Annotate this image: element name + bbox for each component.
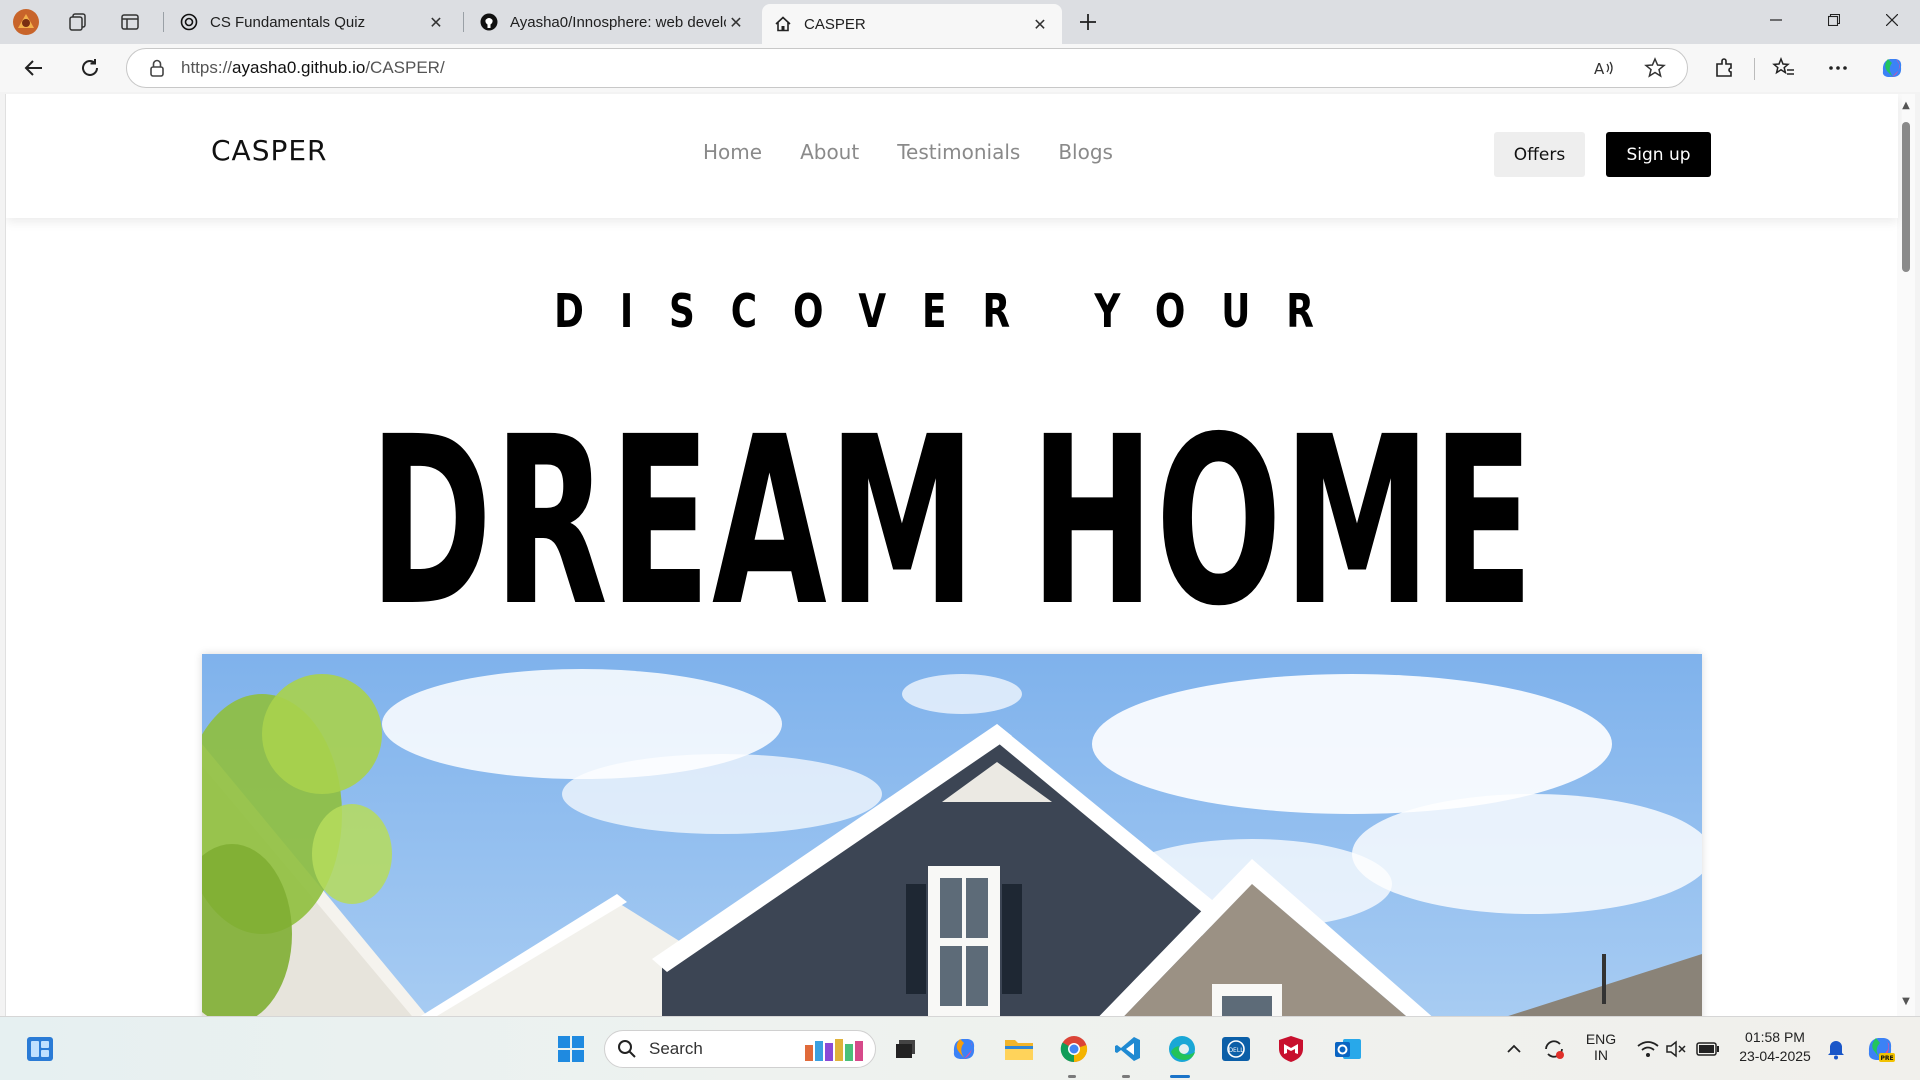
- svg-text:DELL: DELL: [1228, 1047, 1244, 1054]
- favorites-icon[interactable]: [1766, 52, 1802, 84]
- search-label: Search: [649, 1039, 703, 1058]
- page-scrollbar[interactable]: ▲ ▼: [1897, 94, 1915, 1016]
- site-logo[interactable]: CASPER: [211, 134, 328, 167]
- clock-time: 01:58 PM: [1745, 1029, 1805, 1045]
- language-indicator[interactable]: ENG IN: [1582, 1031, 1620, 1063]
- nav-link-blogs[interactable]: Blogs: [1058, 140, 1113, 164]
- start-icon[interactable]: [553, 1031, 589, 1067]
- taskbar-search-box[interactable]: Search: [604, 1030, 876, 1068]
- region-code: IN: [1594, 1047, 1608, 1063]
- file-explorer-icon[interactable]: [1001, 1031, 1037, 1067]
- svg-text:A: A: [1594, 60, 1605, 78]
- tab-title: CS Fundamentals Quiz: [210, 13, 366, 31]
- notifications-bell-icon[interactable]: [1818, 1031, 1854, 1067]
- windows-taskbar: Search DELL ENG IN 01:58 PM 23-04-2025 P…: [0, 1016, 1920, 1080]
- sign-up-button[interactable]: Sign up: [1606, 132, 1711, 177]
- tab-strip: CS Fundamentals Quiz ✕ Ayasha0/Innospher…: [0, 0, 1920, 44]
- close-tab-icon[interactable]: ✕: [1030, 14, 1050, 34]
- openai-icon: [180, 13, 198, 31]
- copilot-app-icon[interactable]: [946, 1031, 982, 1067]
- widgets-icon[interactable]: [22, 1031, 58, 1067]
- tab-title: CASPER: [804, 15, 866, 33]
- volume-muted-icon[interactable]: [1658, 1031, 1694, 1067]
- browser-toolbar: https://ayasha0.github.io/CASPER/ A: [0, 44, 1920, 92]
- favorite-star-icon[interactable]: [1637, 52, 1673, 84]
- home-icon: [774, 15, 792, 33]
- outlook-icon[interactable]: [1330, 1031, 1366, 1067]
- clock[interactable]: 01:58 PM 23-04-2025: [1730, 1029, 1820, 1064]
- scroll-down-icon[interactable]: ▼: [1900, 996, 1912, 1008]
- refresh-button[interactable]: [72, 52, 108, 84]
- hero-house-image: [202, 654, 1702, 1016]
- nav-link-about[interactable]: About: [800, 140, 859, 164]
- dell-icon[interactable]: DELL: [1218, 1031, 1254, 1067]
- hero-title: DREAM HOME: [369, 387, 1535, 657]
- more-options-icon[interactable]: [1820, 52, 1856, 84]
- battery-icon[interactable]: [1690, 1031, 1726, 1067]
- new-tab-icon[interactable]: [1074, 8, 1102, 36]
- close-window-button[interactable]: [1866, 0, 1918, 40]
- task-view-icon[interactable]: [888, 1031, 924, 1067]
- address-bar[interactable]: https://ayasha0.github.io/CASPER/ A: [126, 48, 1688, 88]
- restore-button[interactable]: [1808, 0, 1860, 40]
- search-icon: [617, 1039, 637, 1059]
- profile-avatar-icon[interactable]: [12, 8, 40, 36]
- copilot-icon[interactable]: [1874, 52, 1910, 84]
- copilot-tray-icon[interactable]: PRE: [1862, 1031, 1898, 1067]
- lock-icon[interactable]: [147, 58, 167, 78]
- clock-date: 23-04-2025: [1739, 1048, 1811, 1064]
- mcafee-icon[interactable]: [1273, 1031, 1309, 1067]
- main-nav: Home About Testimonials Blogs: [703, 140, 1113, 164]
- language-code: ENG: [1585, 1031, 1617, 1047]
- back-button[interactable]: [16, 52, 52, 84]
- tab-cs-fundamentals-quiz[interactable]: CS Fundamentals Quiz ✕: [168, 4, 458, 40]
- nav-link-testimonials[interactable]: Testimonials: [897, 140, 1020, 164]
- hero-subtitle: DISCOVER YOUR: [554, 284, 1350, 338]
- site-navbar: CASPER Home About Testimonials Blogs Off…: [6, 94, 1898, 218]
- svg-text:PRE: PRE: [1880, 1055, 1893, 1062]
- read-aloud-icon[interactable]: A: [1587, 52, 1623, 84]
- search-highlight-books-icon: [801, 1035, 865, 1063]
- scroll-up-icon[interactable]: ▲: [1900, 100, 1912, 112]
- github-icon: [480, 13, 498, 31]
- vscode-icon[interactable]: [1110, 1031, 1146, 1067]
- sync-icon[interactable]: [1536, 1031, 1572, 1067]
- minimize-button[interactable]: [1750, 0, 1802, 40]
- url-text[interactable]: https://ayasha0.github.io/CASPER/: [181, 58, 1587, 78]
- show-hidden-icons-chevron[interactable]: [1496, 1031, 1532, 1067]
- page-viewport: CASPER Home About Testimonials Blogs Off…: [5, 94, 1902, 1016]
- nav-link-home[interactable]: Home: [703, 140, 762, 164]
- close-tab-icon[interactable]: ✕: [726, 12, 746, 32]
- collections-icon[interactable]: [64, 8, 92, 36]
- edge-icon[interactable]: [1164, 1031, 1200, 1067]
- tab-title: Ayasha0/Innosphere: web develop: [510, 13, 726, 31]
- extensions-icon[interactable]: [1706, 52, 1742, 84]
- tab-actions-icon[interactable]: [116, 8, 144, 36]
- chrome-icon[interactable]: [1056, 1031, 1092, 1067]
- scrollbar-thumb[interactable]: [1902, 122, 1910, 272]
- offers-button[interactable]: Offers: [1494, 132, 1585, 177]
- tab-github-innosphere[interactable]: Ayasha0/Innosphere: web develop ✕: [468, 4, 758, 40]
- tab-casper[interactable]: CASPER ✕: [762, 4, 1062, 44]
- close-tab-icon[interactable]: ✕: [426, 12, 446, 32]
